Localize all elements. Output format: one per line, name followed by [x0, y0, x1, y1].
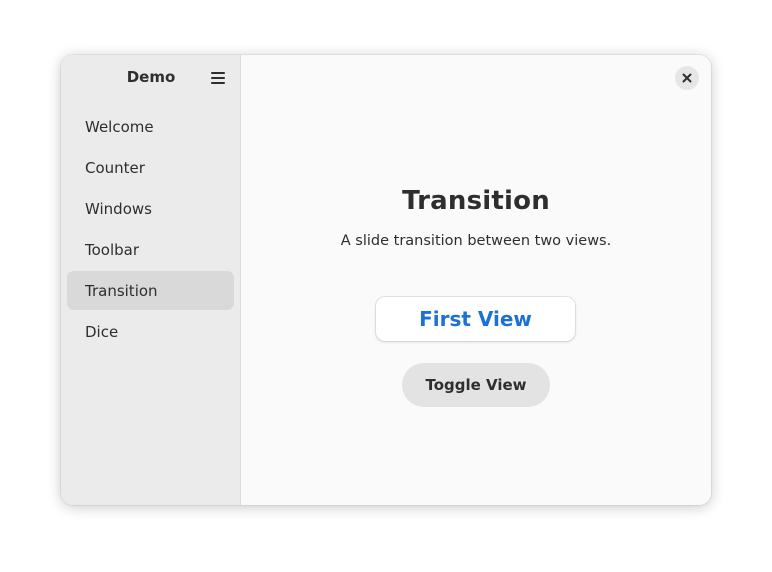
close-icon: [682, 73, 692, 83]
sidebar-item-dice[interactable]: Dice: [67, 312, 234, 351]
page-title: Transition: [402, 186, 550, 216]
sidebar-item-label: Welcome: [85, 117, 154, 136]
page-subtitle: A slide transition between two views.: [340, 233, 612, 249]
hamburger-menu-icon: [211, 72, 225, 84]
toggle-view-button-label: Toggle View: [425, 376, 527, 394]
app-window: Demo Welcome Counter Windows Toolbar Tra…: [61, 55, 711, 505]
sidebar-item-transition[interactable]: Transition: [67, 271, 234, 310]
sidebar-item-label: Dice: [85, 322, 119, 341]
sidebar-item-label: Toolbar: [85, 240, 140, 259]
sidebar-item-label: Counter: [85, 158, 145, 177]
sidebar-item-toolbar[interactable]: Toolbar: [67, 230, 234, 269]
sidebar-item-label: Transition: [85, 281, 158, 300]
sidebar-item-counter[interactable]: Counter: [67, 148, 234, 187]
close-button[interactable]: [675, 66, 699, 90]
sidebar-header: Demo: [61, 55, 240, 101]
sidebar: Demo Welcome Counter Windows Toolbar Tra…: [61, 55, 241, 505]
sidebar-item-windows[interactable]: Windows: [67, 189, 234, 228]
sidebar-item-label: Windows: [85, 199, 152, 218]
sidebar-nav-list: Welcome Counter Windows Toolbar Transiti…: [67, 107, 234, 353]
content-pane: Transition A slide transition between tw…: [241, 55, 711, 505]
sidebar-item-welcome[interactable]: Welcome: [67, 107, 234, 146]
toggle-view-button[interactable]: Toggle View: [402, 363, 550, 407]
main-menu-button[interactable]: [207, 68, 229, 88]
current-view-label: First View: [419, 307, 532, 331]
view-stack-card: First View: [376, 297, 575, 341]
